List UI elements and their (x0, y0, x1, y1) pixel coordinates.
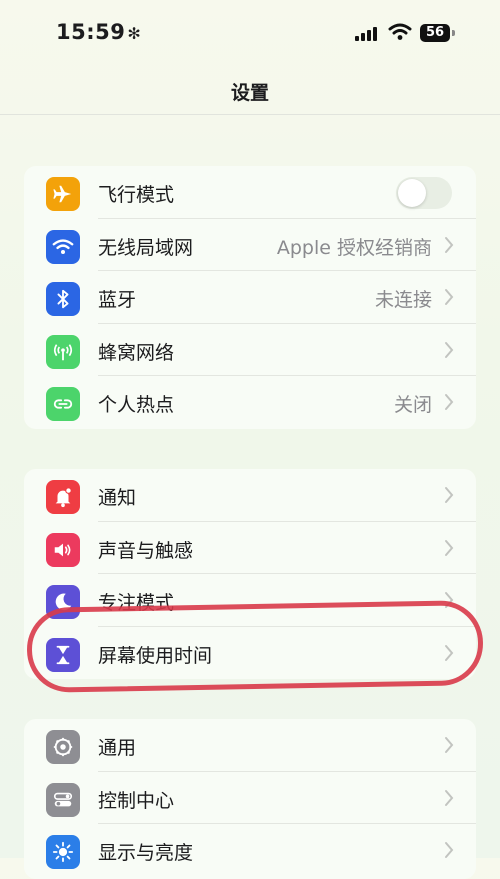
airplane-mode-toggle[interactable] (396, 177, 452, 209)
chevron-right-icon (445, 539, 454, 556)
cellular-icon (46, 334, 80, 369)
hotspot-icon (46, 387, 80, 421)
switches-icon (46, 782, 80, 817)
row-cellular[interactable]: 蜂窝网络 (24, 324, 476, 376)
row-value: 未连接 (374, 289, 432, 311)
speaker-icon (46, 532, 80, 567)
chevron-right-icon (445, 341, 454, 358)
battery-level: 56 (420, 24, 450, 42)
row-bluetooth[interactable]: 蓝牙 未连接 (24, 271, 476, 324)
status-time: 15:59 ✻ (56, 20, 142, 44)
page-title: 设置 (230, 82, 269, 104)
row-label: 无线局域网 (98, 236, 194, 259)
bluetooth-icon (46, 282, 80, 316)
toggle-knob (398, 179, 426, 207)
settings-group-general: 通用 控制中心 显示与亮度 (24, 719, 476, 879)
gear-icon (46, 730, 80, 764)
snowflake-icon: ✻ (127, 24, 142, 43)
row-label: 个人热点 (98, 394, 175, 416)
chevron-right-icon (445, 394, 454, 410)
chevron-right-icon (445, 737, 454, 753)
row-personal-hotspot[interactable]: 个人热点 关闭 (24, 376, 476, 429)
chevron-right-icon (445, 289, 454, 305)
row-label: 飞行模式 (98, 184, 175, 206)
notification-bell-icon (46, 480, 80, 514)
navigation-bar: 设置 (0, 70, 500, 115)
cellular-signal-icon (355, 27, 379, 41)
red-highlight-annotation (26, 600, 484, 693)
row-label: 通知 (98, 487, 137, 509)
status-bar: 15:59 ✻ 56 (0, 0, 500, 70)
battery-tip (452, 30, 455, 36)
row-label: 蓝牙 (98, 289, 137, 311)
row-label: 控制中心 (98, 789, 175, 812)
row-display-brightness[interactable]: 显示与亮度 (24, 824, 476, 877)
settings-group-connectivity: 飞行模式 无线局域网 Apple 授权经销商 蓝牙 未连接 蜂窝网络 个人热点 (24, 166, 476, 429)
wifi-status-icon (388, 23, 412, 40)
row-value: 关闭 (393, 394, 432, 416)
row-wifi[interactable]: 无线局域网 Apple 授权经销商 (24, 219, 476, 271)
row-label: 声音与触感 (98, 539, 194, 562)
row-control-center[interactable]: 控制中心 (24, 772, 476, 824)
row-value: Apple 授权经销商 (276, 236, 432, 259)
chevron-right-icon (445, 487, 454, 503)
airplane-icon (46, 177, 80, 211)
row-notifications[interactable]: 通知 (24, 469, 476, 522)
row-sounds-haptics[interactable]: 声音与触感 (24, 522, 476, 574)
chevron-right-icon (445, 789, 454, 806)
row-airplane-mode[interactable]: 飞行模式 (24, 166, 476, 219)
row-general[interactable]: 通用 (24, 719, 476, 772)
row-label: 通用 (98, 737, 137, 759)
wifi-icon (46, 229, 80, 264)
chevron-right-icon (445, 236, 454, 253)
chevron-right-icon (445, 842, 454, 858)
row-label: 蜂窝网络 (98, 341, 175, 364)
row-label: 显示与亮度 (98, 842, 194, 864)
sun-icon (46, 835, 80, 869)
